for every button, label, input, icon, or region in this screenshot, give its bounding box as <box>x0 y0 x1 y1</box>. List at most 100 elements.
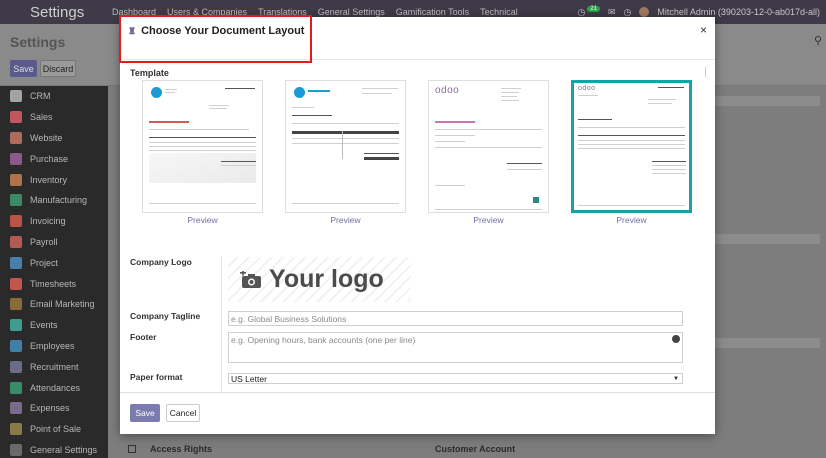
app-icon <box>10 402 22 415</box>
sidebar-item[interactable]: Purchase <box>0 148 108 169</box>
page-title: Settings <box>10 34 66 50</box>
app-icon <box>10 381 22 394</box>
menu-gamification-tools[interactable]: Gamification Tools <box>396 7 469 17</box>
app-icon <box>10 111 22 124</box>
settings-sidebar: CRM Sales Website Purchase Inventory Manufact… <box>0 86 108 458</box>
background-row: Access Rights Customer Account <box>120 440 820 458</box>
search-icon[interactable]: ⚲ <box>814 34 822 47</box>
template-clean[interactable]: odoo <box>428 80 549 213</box>
sidebar-item-label: Purchase <box>30 153 69 164</box>
app-icon <box>10 90 22 103</box>
template-thumbnail <box>149 85 256 208</box>
template-standard[interactable] <box>142 80 263 213</box>
app-icon <box>10 173 22 186</box>
template-background[interactable]: odoo <box>571 80 692 213</box>
template-thumbnail <box>292 85 399 208</box>
sidebar-item-label: General Settings <box>30 444 98 455</box>
footer-label: Footer <box>130 332 157 342</box>
app-icon <box>10 215 22 228</box>
sidebar-item[interactable]: Payroll <box>0 232 108 253</box>
company-logo-upload[interactable]: Your logo <box>228 257 411 302</box>
background-save-button[interactable]: Save <box>10 60 37 77</box>
template-thumbnail: odoo <box>435 85 542 210</box>
translate-globe-icon[interactable] <box>672 335 680 343</box>
sidebar-item-label: Expenses <box>30 403 70 414</box>
activity-badge: 21 <box>587 6 600 12</box>
sidebar-item-label: CRM <box>30 91 51 102</box>
template-label: Template <box>130 68 169 78</box>
company-tagline-label: Company Tagline <box>130 311 201 321</box>
template-thumbnail: odoo <box>578 85 686 208</box>
sidebar-item[interactable]: Email Marketing <box>0 294 108 315</box>
sidebar-item[interactable]: Events <box>0 315 108 336</box>
app-title[interactable]: Settings <box>30 4 108 21</box>
activity-icon[interactable]: ◷ <box>577 7 585 18</box>
cancel-button[interactable]: Cancel <box>166 404 200 422</box>
app-icon <box>10 194 22 207</box>
menu-general-settings[interactable]: General Settings <box>318 7 385 17</box>
sidebar-item[interactable]: Attendances <box>0 377 108 398</box>
odoo-logo: odoo <box>578 85 596 92</box>
template-preview-link[interactable]: Preview <box>428 215 549 225</box>
paper-format-value: US Letter <box>231 373 267 384</box>
clock-icon[interactable]: ◷ <box>624 7 632 18</box>
sidebar-item[interactable]: Sales <box>0 107 108 128</box>
sidebar-item[interactable]: Manufacturing <box>0 190 108 211</box>
app-icon <box>10 423 22 436</box>
dialog-body: Template Preview Preview odoo Preview od… <box>120 61 715 391</box>
sidebar-item-label: Invoicing <box>30 216 66 227</box>
sidebar-item[interactable]: Timesheets <box>0 273 108 294</box>
customer-account-label: Customer Account <box>435 444 516 454</box>
sidebar-item-label: Recruitment <box>30 361 79 372</box>
app-icon <box>10 131 22 144</box>
template-preview-link[interactable]: Preview <box>142 215 263 225</box>
logo-placeholder-text: Your logo <box>269 265 384 293</box>
template-preview-link[interactable]: Preview <box>285 215 406 225</box>
access-rights-checkbox[interactable] <box>128 445 136 453</box>
save-button[interactable]: Save <box>130 404 160 422</box>
sidebar-item[interactable]: Project <box>0 252 108 273</box>
sidebar-item-label: Employees <box>30 340 75 351</box>
user-menu[interactable]: Mitchell Admin (390203-12-0-ab017d-all) <box>657 7 820 17</box>
sidebar-item[interactable]: Invoicing <box>0 211 108 232</box>
background-discard-button[interactable]: Discard <box>40 60 76 77</box>
sidebar-item[interactable]: Website <box>0 128 108 149</box>
paper-format-select[interactable]: US Letter ▼ <box>228 373 683 384</box>
sidebar-item[interactable]: Point of Sale <box>0 419 108 440</box>
sidebar-item[interactable]: Expenses <box>0 398 108 419</box>
sidebar-item-label: Email Marketing <box>30 299 95 310</box>
sidebar-item[interactable]: Recruitment <box>0 356 108 377</box>
footer-input[interactable]: e.g. Opening hours, bank accounts (one p… <box>228 332 683 363</box>
template-preview-link[interactable]: Preview <box>571 215 692 225</box>
chevron-down-icon: ▼ <box>673 376 679 382</box>
sidebar-item-label: Timesheets <box>30 278 77 289</box>
close-icon[interactable]: × <box>700 23 707 37</box>
sidebar-item[interactable]: Employees <box>0 336 108 357</box>
access-rights-label: Access Rights <box>150 444 213 454</box>
app-icon <box>10 319 22 332</box>
footer-placeholder: e.g. Opening hours, bank accounts (one p… <box>231 335 416 345</box>
sidebar-item[interactable]: CRM <box>0 86 108 107</box>
sidebar-item[interactable]: Inventory <box>0 169 108 190</box>
app-icon <box>10 235 22 248</box>
sidebar-item[interactable]: General Settings <box>0 440 108 458</box>
company-tagline-input[interactable]: e.g. Global Business Solutions <box>228 311 683 326</box>
sidebar-item-label: Payroll <box>30 236 58 247</box>
camera-icon <box>240 270 261 288</box>
template-boxed[interactable] <box>285 80 406 213</box>
highlight-annotation <box>119 15 312 63</box>
app-icon <box>10 339 22 352</box>
sidebar-item-label: Project <box>30 257 59 268</box>
avatar[interactable] <box>639 7 650 17</box>
odoo-logo: odoo <box>435 85 460 96</box>
sidebar-item-label: Events <box>30 320 58 331</box>
app-icon <box>10 152 22 165</box>
app-icon <box>10 298 22 311</box>
sidebar-item-label: Manufacturing <box>30 195 88 206</box>
app-icon <box>10 256 22 269</box>
company-logo-label: Company Logo <box>130 257 192 267</box>
form-divider <box>221 256 222 391</box>
chat-icon[interactable]: ✉ <box>608 7 616 18</box>
menu-technical[interactable]: Technical <box>480 7 518 17</box>
scrollbar[interactable] <box>705 67 706 77</box>
